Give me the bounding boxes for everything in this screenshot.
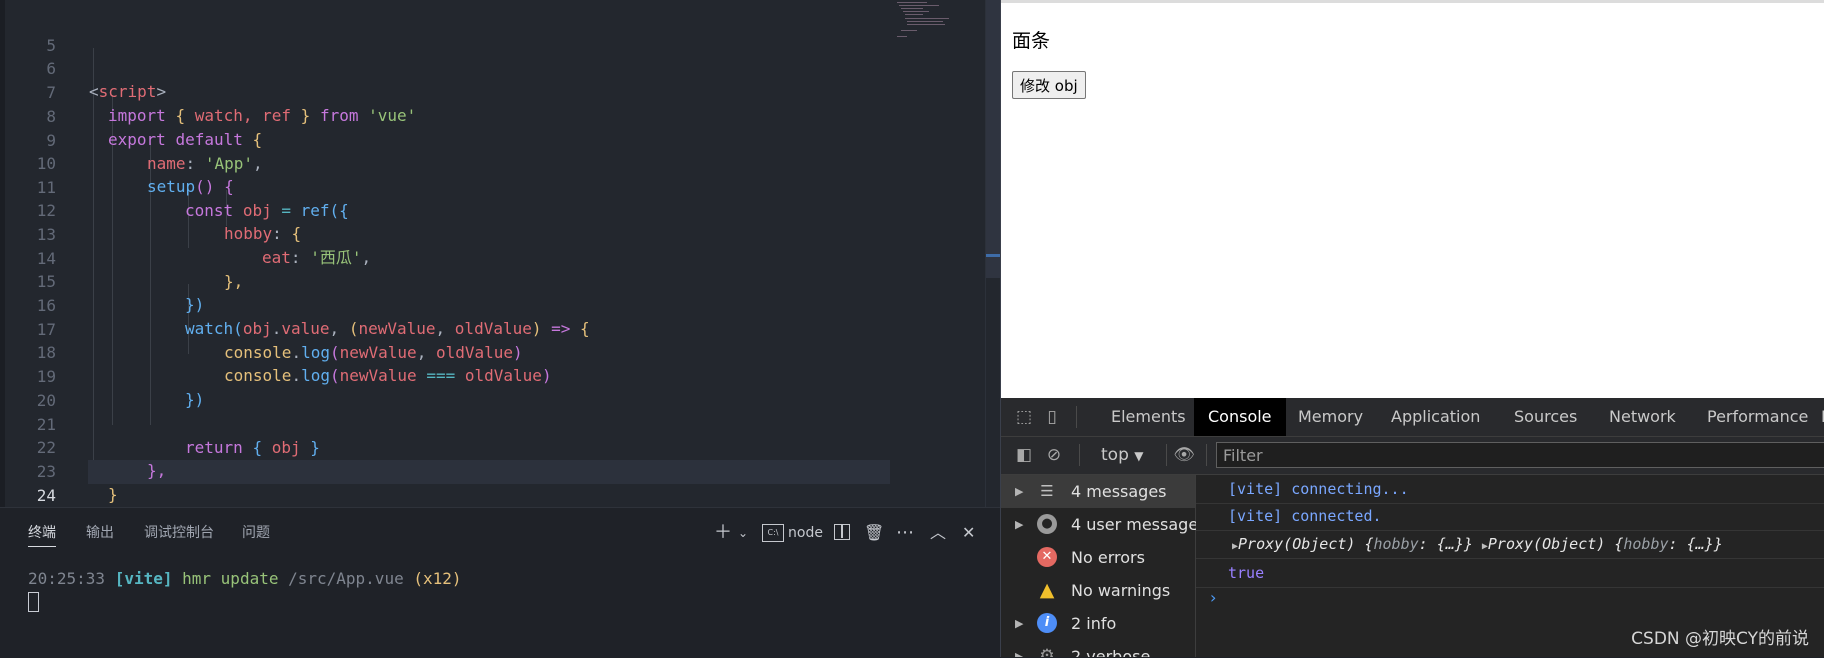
context-selector[interactable]: top ▼ <box>1101 437 1144 474</box>
code-line-20: 20 <box>0 365 1000 410</box>
code-line-21: 21 return { obj } <box>0 389 1000 458</box>
divider <box>1079 444 1080 466</box>
sidebar-item-label: 2 info <box>1071 614 1117 633</box>
scrollbar-thumb[interactable] <box>986 0 1000 278</box>
expand-arrow-icon[interactable]: ▶ <box>1015 508 1023 541</box>
divider <box>1206 444 1207 466</box>
tab-sources[interactable]: Sources <box>1500 398 1591 436</box>
console-text: [vite] connecting... <box>1228 480 1409 498</box>
info-icon: i <box>1037 613 1057 633</box>
close-icon[interactable]: ✕ <box>962 520 975 546</box>
shell-label[interactable]: node <box>788 520 823 546</box>
verbose-icon: ⚙ <box>1039 646 1055 657</box>
terminal-shell-icon[interactable]: C:\ <box>762 524 784 542</box>
eye-icon[interactable]: 👁 <box>1173 444 1195 466</box>
dropdown-arrow-icon: ▼ <box>1134 449 1144 463</box>
code-line-17: 17 console.log(newValue, oldValue) <box>0 294 1000 363</box>
tab-lighthouse[interactable]: Lig <box>1807 398 1824 436</box>
sidebar-item-user-messages[interactable]: ▶ ● 4 user messages <box>1001 508 1207 541</box>
sidebar-item-verbose[interactable]: ▶ ⚙ 2 verbose <box>1001 640 1195 657</box>
code-line-14: 14 }, <box>0 223 1000 292</box>
inspect-element-icon[interactable]: ⬚ <box>1013 406 1035 428</box>
maximize-panel-icon[interactable]: ︿ <box>930 520 946 546</box>
modify-obj-button[interactable]: 修改 obj <box>1012 71 1086 99</box>
page-text: 面条 <box>1012 30 1051 52</box>
code-line-6: 6 <script> <box>0 33 1000 102</box>
chevron-down-icon[interactable]: ⌄ <box>738 520 748 546</box>
console-message: [vite] connected. <box>1196 502 1824 531</box>
editor-scrollbar[interactable] <box>985 0 1000 507</box>
code-line-23: 23 } <box>0 436 1000 505</box>
watermark: CSDN @初映CY的前说 <box>1631 629 1809 649</box>
terminal-log-line: 20:25:33 [vite] hmr update /src/App.vue … <box>28 569 462 588</box>
sidebar-item-label: No warnings <box>1071 581 1171 600</box>
context-label: top <box>1101 445 1129 465</box>
split-terminal-icon[interactable] <box>834 524 850 540</box>
code-line-24: 24 </script> <box>0 460 1000 505</box>
sidebar-item-label: 2 verbose <box>1071 647 1151 657</box>
line-number: 24 <box>36 485 56 505</box>
code-line-8: 8 export default { <box>0 81 1000 150</box>
code-line-19: 19 }) <box>0 341 1000 410</box>
code-line-10: 10 setup() { <box>0 128 1000 197</box>
tab-network[interactable]: Network <box>1595 398 1690 436</box>
code-line-22: 22 }, <box>0 412 1000 481</box>
devtools-panel: ⬚ ▯ Elements Console Memory Application … <box>1001 398 1824 657</box>
filter-input[interactable]: Filter <box>1216 442 1824 468</box>
sidebar-toggle-icon[interactable]: ◧ <box>1013 444 1035 466</box>
new-terminal-plus-icon[interactable]: ＋ <box>714 520 732 546</box>
scrollbar-position-marker <box>986 254 1000 257</box>
sidebar-item-label: 4 user messages <box>1071 515 1207 534</box>
list-icon: ☰ <box>1040 482 1054 500</box>
tab-memory[interactable]: Memory <box>1284 398 1377 436</box>
expand-arrow-icon[interactable]: ▶ <box>1015 640 1023 657</box>
tab-performance[interactable]: Performance <box>1693 398 1822 436</box>
console-sidebar: ▶ ☰ 4 messages ▶ ● 4 user messages ✕ No … <box>1001 475 1207 657</box>
code-line-16: 16 watch(obj.value, (newValue, oldValue)… <box>0 270 1000 339</box>
console-text: true <box>1228 564 1265 582</box>
console-message[interactable]: ▶Proxy(Object) {hobby: {…}} ▶Proxy(Objec… <box>1196 530 1824 559</box>
console-prompt-icon[interactable]: › <box>1210 588 1216 607</box>
tab-elements[interactable]: Elements <box>1097 398 1200 436</box>
sidebar-item-messages[interactable]: ▶ ☰ 4 messages <box>1001 475 1195 508</box>
tab-console[interactable]: Console <box>1194 398 1286 436</box>
code-line-18: 18 console.log(newValue === oldValue) <box>0 317 1000 386</box>
browser-window: 面条 修改 obj ⬚ ▯ Elements Console Memory Ap… <box>1000 0 1824 657</box>
more-actions-icon[interactable]: ⋯ <box>896 520 914 546</box>
console-message: [vite] connecting... <box>1196 475 1824 504</box>
tab-application[interactable]: Application <box>1377 398 1494 436</box>
terminal-cursor <box>28 592 39 612</box>
sidebar-item-errors[interactable]: ✕ No errors <box>1001 541 1195 574</box>
user-icon: ● <box>1037 514 1057 534</box>
console-message: true <box>1196 559 1824 588</box>
page-viewport: 面条 修改 obj <box>1001 0 1824 401</box>
error-icon: ✕ <box>1037 547 1057 567</box>
expand-arrow-icon[interactable]: ▶ <box>1015 475 1023 508</box>
device-toolbar-icon[interactable]: ▯ <box>1041 406 1063 428</box>
sidebar-item-info[interactable]: ▶ i 2 info <box>1001 607 1195 640</box>
terminal-panel[interactable]: 终端 输出 调试控制台 问题 ＋ ⌄ C:\ node 🗑 ⋯ ︿ ✕ 20:2… <box>0 507 1000 658</box>
clear-console-icon[interactable]: ⊘ <box>1043 444 1065 466</box>
divider <box>1166 444 1167 466</box>
code-line-12: 12 hobby: { <box>0 175 1000 244</box>
minimap[interactable] <box>895 0 985 60</box>
code-line-11: 11 const obj = ref({ <box>0 152 1000 221</box>
code-line-7: 7 import { watch, ref } from 'vue' <box>0 57 1000 126</box>
trash-icon[interactable]: 🗑 <box>864 520 884 546</box>
devtools-tab-bar: ⬚ ▯ Elements Console Memory Application … <box>1001 398 1824 437</box>
console-text: [vite] connected. <box>1228 507 1382 525</box>
code-line-9: 9 name: 'App', <box>0 105 1000 174</box>
warning-icon: ▲ <box>1039 579 1055 601</box>
console-toolbar: ◧ ⊘ top ▼ 👁 Filter <box>1001 437 1824 475</box>
sidebar-item-warnings[interactable]: ▲ No warnings <box>1001 574 1195 607</box>
divider <box>1076 406 1077 428</box>
code-editor[interactable]: 5 6 <script> 7 import { watch, ref } fro… <box>0 0 1000 507</box>
console-object-log[interactable]: ▶Proxy(Object) {hobby: {…}} ▶Proxy(Objec… <box>1232 530 1723 561</box>
code-line-13: 13 eat: '西瓜', <box>0 199 1000 268</box>
expand-arrow-icon[interactable]: ▶ <box>1015 607 1023 640</box>
code-line-5: 5 <box>0 10 1000 55</box>
code-line-15: 15 }) <box>0 246 1000 315</box>
sidebar-item-label: No errors <box>1071 548 1145 567</box>
sidebar-item-label: 4 messages <box>1071 482 1167 501</box>
